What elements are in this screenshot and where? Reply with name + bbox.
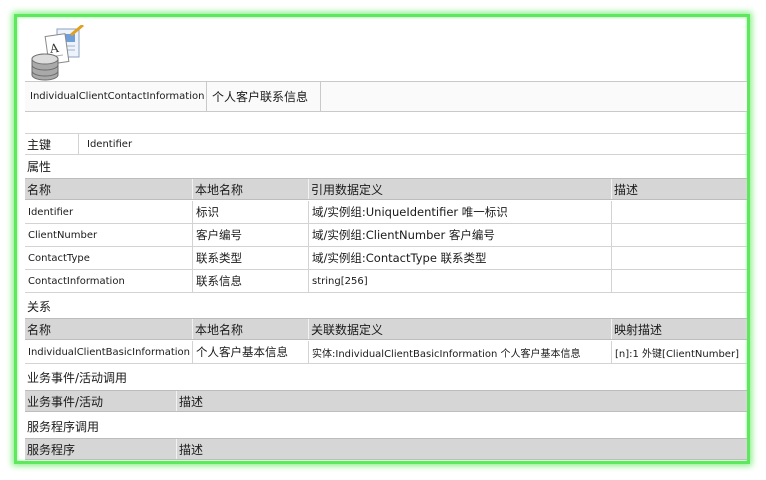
column-header-event: 业务事件/活动 [25,391,177,411]
entity-header-bar: IndividualClientContactInformation 个人客户联… [25,81,747,112]
primary-key-label: 主键 [25,134,79,154]
attribute-local-name: 标识 [193,201,309,223]
services-section-title: 服务程序调用 [27,419,100,434]
relations-section-title: 关系 [27,299,52,314]
column-header-name: 名称 [25,179,193,199]
attribute-description [612,201,747,223]
attribute-reference: string[256] [309,270,612,292]
entity-detail-panel: A IndividualClientContactInformation 个人客… [14,14,750,464]
column-header-description: 描述 [179,442,204,457]
entity-local-name: 个人客户联系信息 [207,82,321,111]
table-row: ClientNumber 客户编号 域/实例组:ClientNumber 客户编… [25,224,747,247]
column-header-name: 名称 [25,319,193,339]
attribute-local-name: 联系信息 [193,270,309,292]
table-row: IndividualClientBasicInformation 个人客户基本信… [25,341,747,364]
attribute-reference: 域/实例组:UniqueIdentifier 唯一标识 [309,201,612,223]
column-header-reference: 引用数据定义 [309,179,612,199]
relation-reference: 实体:IndividualClientBasicInformation 个人客户… [309,341,612,363]
column-header-related-definition: 关联数据定义 [309,319,612,339]
attribute-local-name: 客户编号 [193,224,309,246]
attribute-reference: 域/实例组:ContactType 联系类型 [309,247,612,269]
relation-mapping: [n]:1 外键[ClientNumber] [615,348,739,360]
attribute-description [612,247,747,269]
attributes-table-header: 名称 本地名称 引用数据定义 描述 [25,178,747,200]
attribute-name: ClientNumber [25,224,193,246]
column-header-service: 服务程序 [25,439,177,459]
attribute-name: ContactType [25,247,193,269]
table-row: ContactInformation 联系信息 string[256] [25,270,747,293]
attribute-reference: 域/实例组:ClientNumber 客户编号 [309,224,612,246]
attribute-name: Identifier [25,201,193,223]
attributes-section-title: 属性 [27,159,52,174]
table-row: ContactType 联系类型 域/实例组:ContactType 联系类型 [25,247,747,270]
events-table-header: 业务事件/活动 描述 [25,390,747,412]
column-header-description: 描述 [179,394,204,409]
primary-key-row: 主键 Identifier [25,133,747,155]
column-header-local-name: 本地名称 [193,179,309,199]
primary-key-value: Identifier [87,138,133,150]
entity-name: IndividualClientContactInformation [25,82,207,111]
column-header-local-name: 本地名称 [193,319,309,339]
relation-name: IndividualClientBasicInformation [25,341,193,363]
database-document-icon: A [27,23,91,87]
services-table-header: 服务程序 描述 [25,438,747,460]
column-header-mapping: 映射描述 [614,322,663,337]
relations-table-header: 名称 本地名称 关联数据定义 映射描述 [25,318,747,340]
column-header-description: 描述 [614,182,639,197]
table-row: Identifier 标识 域/实例组:UniqueIdentifier 唯一标… [25,201,747,224]
attribute-description [612,270,747,292]
relation-local-name: 个人客户基本信息 [193,341,309,363]
events-section-title: 业务事件/活动调用 [27,370,128,385]
attribute-description [612,224,747,246]
attribute-name: ContactInformation [25,270,193,292]
attribute-local-name: 联系类型 [193,247,309,269]
